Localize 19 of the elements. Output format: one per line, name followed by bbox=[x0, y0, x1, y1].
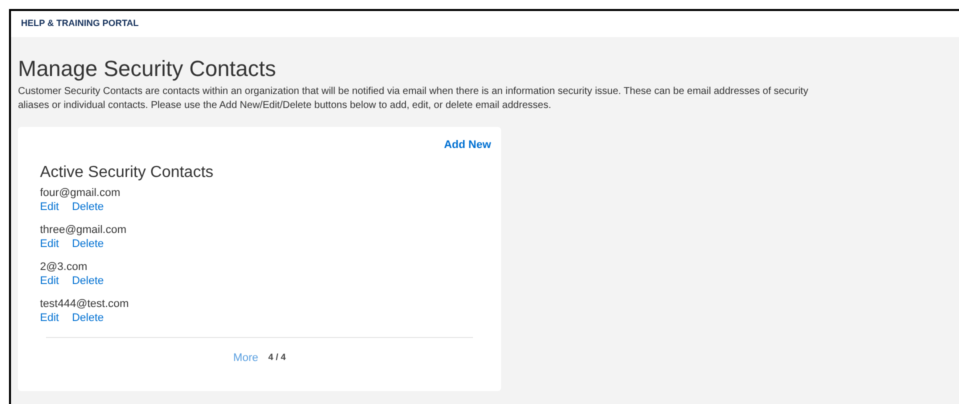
edit-link[interactable]: Edit bbox=[40, 200, 59, 214]
portal-title: HELP & TRAINING PORTAL bbox=[21, 17, 139, 30]
page-count: 4 / 4 bbox=[268, 351, 286, 364]
delete-link[interactable]: Delete bbox=[72, 274, 104, 288]
page-title: Manage Security Contacts bbox=[18, 55, 278, 83]
edit-link[interactable]: Edit bbox=[40, 236, 59, 252]
contact-email: four@gmail.com bbox=[40, 186, 120, 200]
delete-link[interactable]: Delete bbox=[72, 200, 104, 214]
card-title: Active Security Contacts bbox=[40, 162, 214, 182]
edit-link[interactable]: Edit bbox=[40, 274, 59, 288]
contact-email: 2@3.com bbox=[40, 260, 88, 274]
edit-link[interactable]: Edit bbox=[40, 310, 59, 326]
contact-email: test444@test.com bbox=[40, 296, 129, 310]
add-new-link[interactable]: Add New bbox=[444, 137, 491, 154]
delete-link[interactable]: Delete bbox=[72, 236, 104, 252]
page-description: Customer Security Contacts are contacts within an organization that will be notified via email when there is an information security issue. These can be email addresses of security aliases or individual contacts. Please use the Add New/Edit/Delete buttons below to add, edit, or delete email addresses. bbox=[18, 85, 810, 113]
delete-link[interactable]: Delete bbox=[72, 310, 104, 326]
contact-email: three@gmail.com bbox=[40, 222, 126, 236]
more-link[interactable]: More bbox=[233, 350, 258, 366]
